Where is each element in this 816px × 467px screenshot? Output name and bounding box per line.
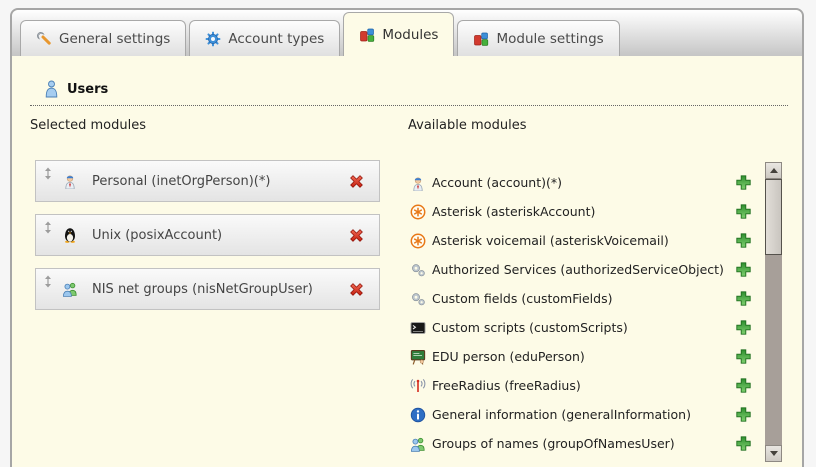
add-module-button[interactable] <box>735 261 752 278</box>
add-module-button[interactable] <box>735 232 752 249</box>
available-modules-scrollbar[interactable] <box>765 162 782 462</box>
module-label: Groups of names (groupOfNamesUser) <box>432 436 675 451</box>
section-header: Users <box>30 80 788 106</box>
tab-account-types[interactable]: Account types <box>189 20 340 56</box>
module-label: FreeRadius (freeRadius) <box>432 378 581 393</box>
available-module-row: Account (account)(*) <box>410 168 756 197</box>
module-label: Personal (inetOrgPerson)(*) <box>92 174 270 189</box>
remove-module-button[interactable] <box>348 173 365 190</box>
available-module-row: Asterisk (asteriskAccount) <box>410 197 756 226</box>
add-module-button[interactable] <box>735 435 752 452</box>
wrench-icon <box>36 31 52 47</box>
drag-handle-icon[interactable] <box>44 167 52 180</box>
add-module-button[interactable] <box>735 348 752 365</box>
info-icon <box>410 407 426 423</box>
selected-module-row[interactable]: Unix (posixAccount) <box>35 214 380 256</box>
scroll-down-button[interactable] <box>765 445 782 462</box>
module-label: Custom fields (customFields) <box>432 291 612 306</box>
remove-module-button[interactable] <box>348 227 365 244</box>
available-module-row: EDU person (eduPerson) <box>410 342 756 371</box>
add-module-button[interactable] <box>735 174 752 191</box>
group-icon <box>410 436 426 452</box>
drag-handle-icon[interactable] <box>44 275 52 288</box>
add-module-button[interactable] <box>735 377 752 394</box>
add-module-button[interactable] <box>735 290 752 307</box>
chalkboard-icon <box>410 349 426 365</box>
modules-icon <box>473 31 489 47</box>
drag-handle-icon[interactable] <box>44 221 52 234</box>
modules-icon <box>359 27 375 43</box>
module-label: Custom scripts (customScripts) <box>432 320 628 335</box>
available-module-row: General information (generalInformation) <box>410 400 756 429</box>
remove-module-button[interactable] <box>348 281 365 298</box>
selected-modules-list: Personal (inetOrgPerson)(*) Unix (posixAc… <box>35 160 380 310</box>
gear-icon <box>205 31 221 47</box>
module-label: Unix (posixAccount) <box>92 228 222 243</box>
module-label: Asterisk (asteriskAccount) <box>432 204 595 219</box>
gears-icon <box>410 262 426 278</box>
selected-modules-heading: Selected modules <box>30 118 146 133</box>
terminal-icon <box>410 320 426 336</box>
selected-module-row[interactable]: Personal (inetOrgPerson)(*) <box>35 160 380 202</box>
add-module-button[interactable] <box>735 406 752 423</box>
scroll-up-button[interactable] <box>765 162 782 179</box>
tab-label: Module settings <box>496 31 603 47</box>
module-label: EDU person (eduPerson) <box>432 349 585 364</box>
tab-modules[interactable]: Modules <box>343 12 454 56</box>
tab-label: Modules <box>382 27 438 43</box>
scrollbar-thumb[interactable] <box>765 179 782 255</box>
asterisk-icon <box>410 204 426 220</box>
tux-icon <box>62 227 78 243</box>
available-module-row: Groups of names (groupOfNamesUser) <box>410 429 756 458</box>
tab-general-settings[interactable]: General settings <box>20 20 186 56</box>
gears-icon <box>410 291 426 307</box>
module-label: Asterisk voicemail (asteriskVoicemail) <box>432 233 669 248</box>
tab-module-settings[interactable]: Module settings <box>457 20 619 56</box>
available-module-row: Custom scripts (customScripts) <box>410 313 756 342</box>
arrow-down-icon <box>770 451 778 456</box>
user-icon <box>44 80 59 98</box>
tab-bar: General settings Account types Modules Modu… <box>12 10 802 56</box>
available-modules-list: Account (account)(*) Asterisk (asteriskAc… <box>410 168 756 458</box>
settings-panel: General settings Account types Modules Modu… <box>10 8 804 467</box>
tab-label: Account types <box>228 31 324 47</box>
selected-module-row[interactable]: NIS net groups (nisNetGroupUser) <box>35 268 380 310</box>
module-label: NIS net groups (nisNetGroupUser) <box>92 282 313 297</box>
person-icon <box>62 173 78 189</box>
available-module-row: Authorized Services (authorizedServiceOb… <box>410 255 756 284</box>
available-module-row: Custom fields (customFields) <box>410 284 756 313</box>
tab-label: General settings <box>59 31 170 47</box>
add-module-button[interactable] <box>735 319 752 336</box>
modules-tab-content: Users Selected modules Available modules… <box>12 56 802 467</box>
module-label: Authorized Services (authorizedServiceOb… <box>432 262 724 277</box>
asterisk-icon <box>410 233 426 249</box>
arrow-up-icon <box>770 168 778 173</box>
group-icon <box>62 281 78 297</box>
module-label: Account (account)(*) <box>432 175 562 190</box>
module-label: General information (generalInformation) <box>432 407 691 422</box>
add-module-button[interactable] <box>735 203 752 220</box>
antenna-icon <box>410 378 426 394</box>
available-module-row: FreeRadius (freeRadius) <box>410 371 756 400</box>
person-icon <box>410 175 426 191</box>
section-title: Users <box>67 82 108 97</box>
available-modules-heading: Available modules <box>408 118 526 133</box>
available-module-row: Asterisk voicemail (asteriskVoicemail) <box>410 226 756 255</box>
